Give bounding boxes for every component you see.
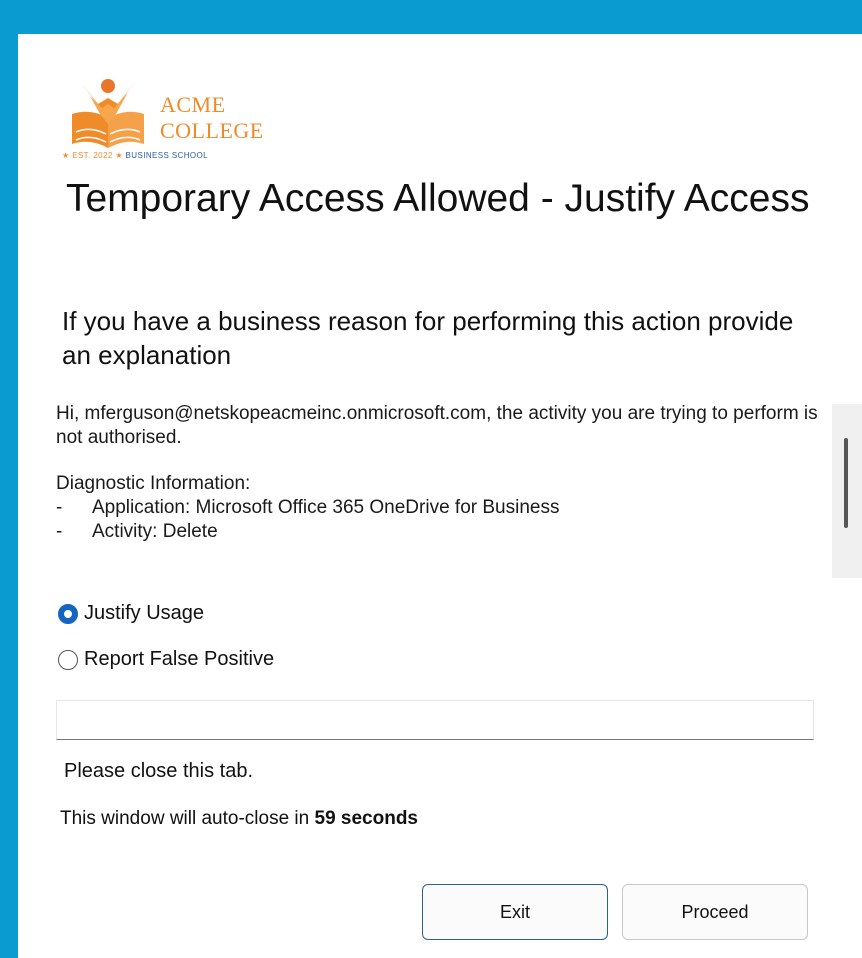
diagnostic-dash: - bbox=[56, 521, 63, 542]
option-justify-usage[interactable]: Justify Usage bbox=[58, 602, 204, 625]
logo-emblem-icon bbox=[72, 79, 144, 148]
info-scroll-area[interactable]: Hi, mferguson@netskopeacmeinc.onmicrosof… bbox=[56, 402, 826, 582]
autoclose-countdown: 59 seconds bbox=[314, 808, 419, 829]
radio-unchecked-icon[interactable] bbox=[58, 649, 78, 670]
diagnostic-header: Diagnostic Information: bbox=[56, 473, 251, 494]
option-label: Report False Positive bbox=[84, 648, 275, 670]
logo-wordmark: ACME COLLEGE bbox=[160, 92, 264, 144]
star-icon: ★ bbox=[115, 151, 123, 160]
radio-checked-icon[interactable] bbox=[58, 603, 78, 624]
acme-college-logo: ACME COLLEGE ★ EST. 2022 ★ BUSINESS SCHO… bbox=[62, 74, 302, 164]
option-report-false-positive[interactable]: Report False Positive bbox=[58, 648, 274, 671]
logo-est: EST. 2022 bbox=[72, 151, 113, 160]
autoclose-message: This window will auto-close in 59 second… bbox=[60, 808, 418, 830]
justification-input[interactable] bbox=[56, 700, 814, 740]
diagnostic-dash: - bbox=[56, 497, 63, 518]
page-title: Temporary Access Allowed - Justify Acces… bbox=[66, 177, 810, 220]
scrollbar-thumb[interactable] bbox=[844, 438, 848, 528]
close-tab-message: Please close this tab. bbox=[64, 760, 253, 782]
exit-button[interactable]: Exit bbox=[422, 884, 608, 940]
justify-dialog: ACME COLLEGE ★ EST. 2022 ★ BUSINESS SCHO… bbox=[18, 34, 862, 958]
info-scrollbar[interactable] bbox=[832, 404, 862, 578]
greeting-text: Hi, mferguson@netskopeacmeinc.onmicrosof… bbox=[56, 403, 818, 448]
star-icon: ★ bbox=[62, 151, 70, 160]
diagnostic-item: - Application: Microsoft Office 365 OneD… bbox=[56, 496, 826, 520]
page-subtitle: If you have a business reason for perfor… bbox=[62, 306, 794, 370]
logo-name-line2: COLLEGE bbox=[160, 118, 264, 143]
logo-tagline: ★ EST. 2022 ★ BUSINESS SCHOOL bbox=[62, 151, 208, 160]
diagnostic-item: - Activity: Delete bbox=[56, 520, 826, 544]
diagnostic-activity: Activity: Delete bbox=[92, 521, 218, 542]
diagnostic-application: Application: Microsoft Office 365 OneDri… bbox=[92, 497, 560, 518]
logo-name-line1: ACME bbox=[160, 92, 226, 117]
logo-school: BUSINESS SCHOOL bbox=[125, 151, 209, 160]
option-label: Justify Usage bbox=[84, 602, 205, 624]
autoclose-prefix: This window will auto-close in bbox=[60, 808, 310, 829]
proceed-button[interactable]: Proceed bbox=[622, 884, 808, 940]
